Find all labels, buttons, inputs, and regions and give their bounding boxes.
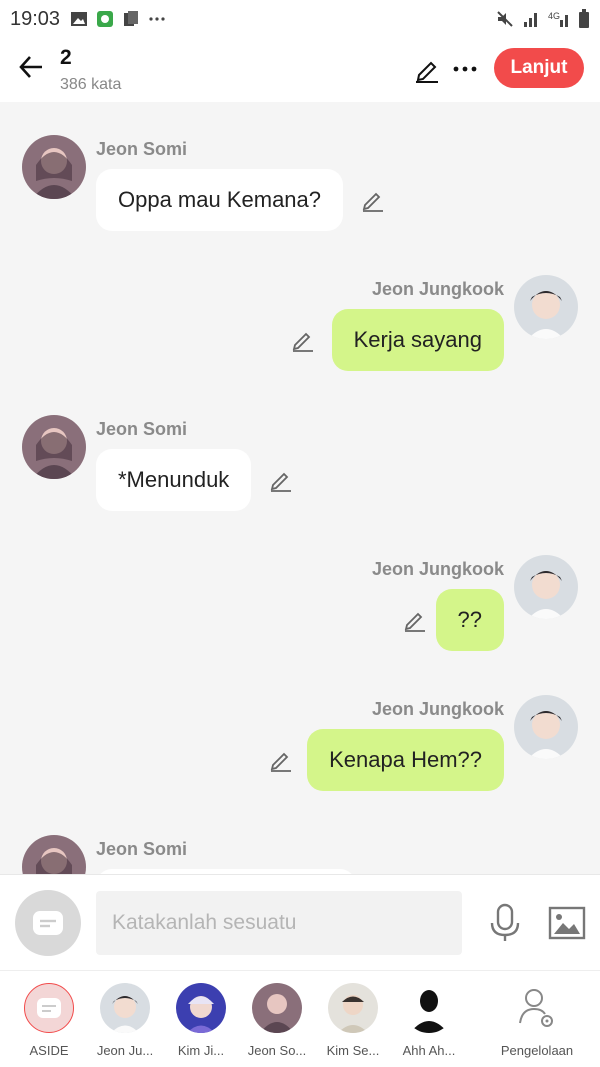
app-icon — [97, 11, 114, 27]
chat-bubble-icon — [33, 911, 63, 935]
character-label: Jeon Ju... — [96, 1043, 154, 1058]
signal-icon — [524, 13, 537, 27]
sender-name: Jeon Jungkook — [371, 279, 504, 299]
edit-message-icon[interactable] — [402, 607, 428, 633]
back-button[interactable] — [14, 50, 48, 84]
message-bubble[interactable]: Kerja sayang — [331, 309, 504, 371]
character-jeon-somi[interactable]: Jeon So... — [239, 983, 315, 1058]
chat-area[interactable]: Jeon Somi Oppa mau Kemana? Jeon Jungkook… — [0, 102, 600, 874]
edit-button[interactable] — [412, 54, 442, 84]
character-kim-se[interactable]: Kim Se... — [315, 983, 391, 1058]
status-bar: 19:03 4G — [0, 0, 600, 38]
edit-message-icon[interactable] — [290, 327, 316, 353]
character-avatar — [252, 983, 302, 1033]
pencil-icon — [416, 61, 438, 83]
page-title: 2 — [60, 46, 72, 69]
edit-message-icon[interactable] — [268, 467, 294, 493]
character-avatar — [404, 983, 454, 1033]
sender-name: Jeon Jungkook — [371, 559, 504, 579]
message-bubble[interactable]: *Menunduk — [96, 449, 252, 511]
edit-message-icon[interactable] — [268, 747, 294, 773]
more-dots-icon — [149, 17, 165, 21]
edit-message-icon[interactable] — [360, 187, 386, 213]
character-avatar — [176, 983, 226, 1033]
character-label: Jeon So... — [247, 1043, 307, 1058]
aside-avatar — [24, 983, 74, 1033]
more-options-button[interactable] — [450, 54, 480, 84]
image-icon — [71, 12, 88, 26]
header: 2 386 kata Lanjut — [0, 38, 600, 102]
mute-icon — [497, 11, 513, 27]
character-label: ASIDE — [29, 1043, 69, 1058]
character-aside[interactable]: ASIDE — [11, 983, 87, 1058]
character-kim-ji[interactable]: Kim Ji... — [163, 983, 239, 1058]
message-input[interactable] — [96, 891, 462, 955]
character-bar: ASIDE Jeon Ju... Kim Ji... Jeon So... Ki… — [0, 970, 600, 1067]
input-bar — [0, 874, 600, 970]
avatar-jeon-somi[interactable] — [22, 835, 86, 874]
status-time: 19:03 — [10, 7, 61, 30]
character-label: Kim Se... — [326, 1043, 380, 1058]
character-ahh-ah[interactable]: Ahh Ah... — [391, 983, 467, 1058]
word-count: 386 kata — [60, 76, 122, 93]
sender-name: Jeon Somi — [96, 419, 188, 439]
battery-icon — [579, 9, 589, 28]
sender-name: Jeon Somi — [96, 139, 188, 159]
avatar-jeon-somi[interactable] — [22, 135, 86, 199]
next-button[interactable]: Lanjut — [494, 48, 584, 88]
chat-bubble-icon — [37, 998, 61, 1018]
character-avatar — [328, 983, 378, 1033]
character-label: Ahh Ah... — [402, 1043, 456, 1058]
message-bubble[interactable]: Oppa mau Kemana? — [96, 169, 344, 231]
avatar-jeon-jungkook[interactable] — [514, 555, 578, 619]
files-icon — [124, 11, 139, 26]
4g-icon: 4G — [548, 11, 568, 27]
message-bubble[interactable]: ?? — [435, 589, 504, 651]
back-arrow-icon — [19, 56, 42, 78]
character-label: Pengelolaan — [500, 1043, 574, 1058]
sender-name: Jeon Jungkook — [371, 699, 504, 719]
management-icon-wrap — [512, 983, 562, 1033]
management-button[interactable]: Pengelolaan — [492, 983, 582, 1058]
sender-name: Jeon Somi — [96, 839, 188, 859]
more-dots-icon — [453, 66, 477, 72]
svg-text:4G: 4G — [548, 11, 560, 21]
avatar-jeon-somi[interactable] — [22, 415, 86, 479]
avatar-jeon-jungkook[interactable] — [514, 275, 578, 339]
microphone-icon[interactable] — [486, 903, 524, 943]
character-jeon-jungkook[interactable]: Jeon Ju... — [87, 983, 163, 1058]
image-upload-icon[interactable] — [548, 905, 586, 941]
character-avatar — [100, 983, 150, 1033]
message-bubble[interactable]: Kenapa Hem?? — [307, 729, 504, 791]
character-label: Kim Ji... — [177, 1043, 225, 1058]
avatar-jeon-jungkook[interactable] — [514, 695, 578, 759]
aside-toggle-button[interactable] — [15, 890, 81, 956]
user-settings-icon — [519, 989, 553, 1027]
